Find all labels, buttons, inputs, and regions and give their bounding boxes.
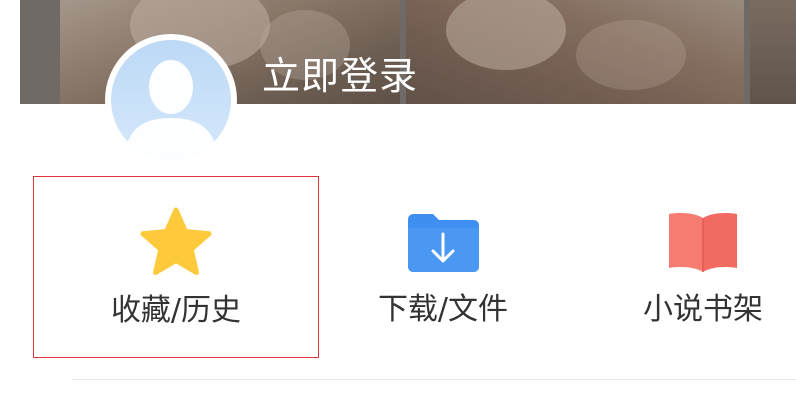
star-icon: [136, 207, 216, 279]
favorites-history-button[interactable]: 收藏/历史: [33, 176, 319, 358]
open-book-icon: [663, 206, 743, 278]
download-folder-icon: [403, 206, 483, 278]
novel-bookshelf-button[interactable]: 小说书架: [560, 176, 796, 358]
banner-photo: [406, 0, 744, 104]
banner-photo: [750, 0, 796, 104]
login-link[interactable]: 立即登录: [262, 52, 418, 100]
downloads-files-button[interactable]: 下载/文件: [300, 176, 586, 358]
novel-bookshelf-label: 小说书架: [643, 292, 763, 327]
favorites-history-label: 收藏/历史: [110, 293, 242, 328]
default-avatar-icon: [111, 40, 231, 160]
section-divider: [72, 379, 796, 380]
profile-screen: 立即登录 收藏/历史 下载/文件 小说书架: [0, 0, 796, 406]
downloads-files-label: 下载/文件: [377, 292, 509, 327]
avatar[interactable]: [105, 34, 237, 166]
quick-actions-row: 收藏/历史 下载/文件 小说书架: [0, 176, 796, 358]
